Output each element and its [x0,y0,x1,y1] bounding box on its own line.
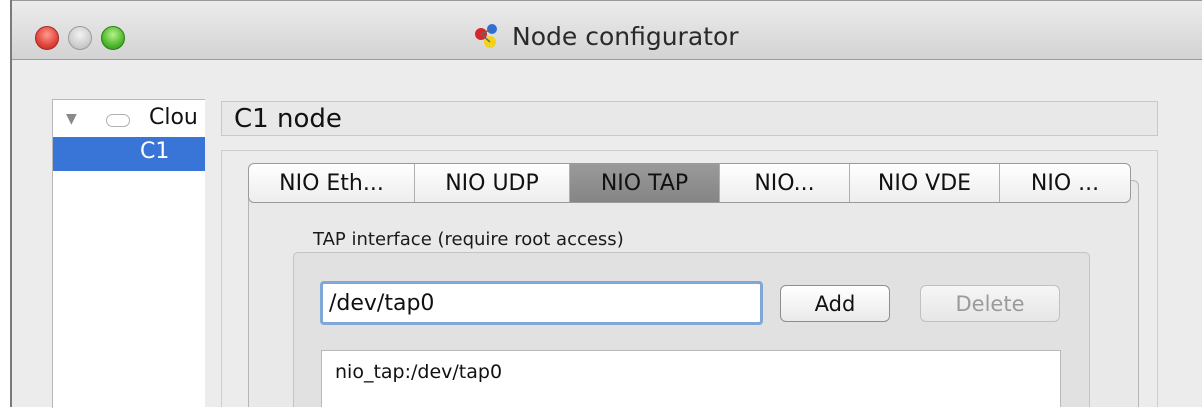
zoom-window-button[interactable] [101,26,125,50]
add-button[interactable]: Add [780,285,890,322]
nio-tab-bar: NIO Eth... NIO UDP NIO TAP NIO... NIO VD… [248,163,1131,203]
tab-nio-ethernet[interactable]: NIO Eth... [249,164,415,202]
tab-nio-tap[interactable]: NIO TAP [570,164,720,202]
minimize-window-button[interactable] [68,26,92,50]
node-header: C1 node [221,101,1158,136]
window-title-text: Node configurator [512,21,739,51]
tree-item-cloud[interactable]: ▼ Clou [53,100,205,137]
window-title: Node configurator [472,19,739,53]
tap-interface-list[interactable]: nio_tap:/dev/tap0 [321,350,1061,407]
list-item[interactable]: nio_tap:/dev/tap0 [335,361,502,383]
disclosure-triangle-icon[interactable]: ▼ [66,111,77,127]
node-title: C1 node [234,103,342,134]
cloud-icon [106,114,130,127]
tree-item-label: C1 [140,139,170,164]
close-window-button[interactable] [35,26,59,50]
tree-item-label: Clou [149,105,198,130]
tab-nio-more[interactable]: NIO ... [1000,164,1130,202]
tree-item-c1[interactable]: C1 [53,137,205,171]
app-nodes-icon [475,24,497,48]
title-bar: Node configurator [12,1,1202,60]
tab-nio-udp[interactable]: NIO UDP [415,164,570,202]
tab-nio-vde[interactable]: NIO VDE [850,164,1000,202]
delete-button[interactable]: Delete [920,285,1060,322]
tab-nio-other[interactable]: NIO... [720,164,850,202]
tap-interface-input[interactable] [320,281,763,325]
node-tree[interactable]: ▼ Clou C1 [52,99,205,408]
tap-group-title: TAP interface (require root access) [313,229,624,250]
